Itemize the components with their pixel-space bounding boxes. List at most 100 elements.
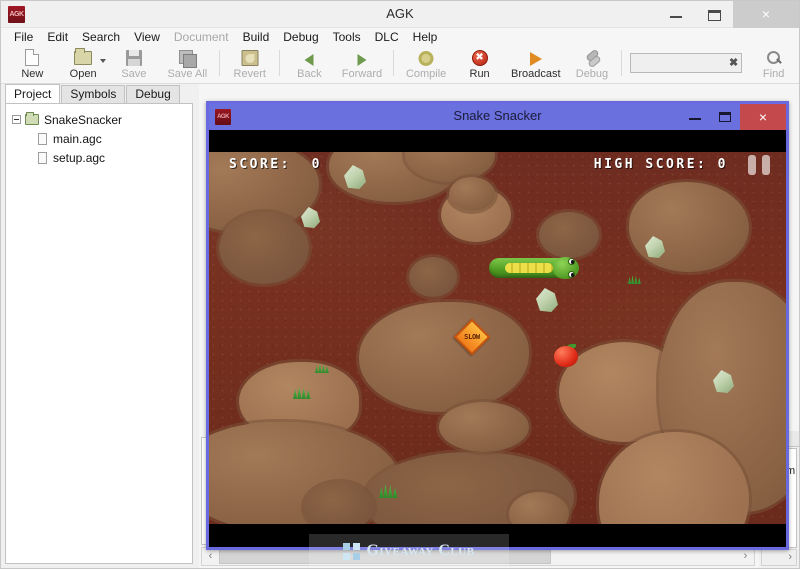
- toolbar-new-label: New: [21, 68, 44, 80]
- slow-powerup-label: SLOW: [464, 333, 480, 341]
- toolbar-save-label: Save: [121, 68, 147, 80]
- search-magnifier-icon: [766, 50, 782, 66]
- minimize-button[interactable]: [657, 1, 695, 28]
- maximize-icon: [708, 10, 721, 21]
- toolbar-debug-button: Debug: [567, 46, 618, 84]
- toolbar-compile-label: Compile: [405, 68, 447, 80]
- revert-icon: [241, 50, 259, 66]
- collapse-icon[interactable]: [12, 115, 21, 124]
- toolbar-separator-4: [621, 50, 623, 76]
- main-toolbar: New Open Save Save All Revert Back Forwa…: [1, 46, 799, 84]
- snake-player: [489, 256, 579, 280]
- toolbar-revert-button: Revert: [224, 46, 275, 84]
- toolbar-open-label: Open: [69, 68, 97, 80]
- tab-debug[interactable]: Debug: [126, 85, 180, 103]
- pause-bar: [748, 155, 756, 175]
- pause-bar: [762, 155, 770, 175]
- rock-formation: [449, 177, 495, 211]
- menu-search[interactable]: Search: [75, 28, 127, 46]
- tree-node-setup-agc[interactable]: setup.agc: [6, 148, 192, 167]
- toolbar-debug-label: Debug: [575, 68, 609, 80]
- tree-node-root[interactable]: SnakeSnacker: [6, 110, 192, 129]
- main-titlebar: AGK AGK ×: [1, 1, 799, 28]
- snake-belly-segments: [505, 263, 553, 273]
- rock-formation: [409, 257, 457, 297]
- toolbar-separator-1: [219, 50, 221, 76]
- pause-button[interactable]: [748, 155, 770, 175]
- broadcast-play-icon: [529, 52, 542, 66]
- open-folder-icon: [74, 48, 93, 65]
- rock-formation: [439, 402, 529, 452]
- menu-debug[interactable]: Debug: [276, 28, 325, 46]
- game-viewport[interactable]: SLOW SCORE: 0 HIGH SCORE: 0: [209, 130, 786, 547]
- toolbar-open-button[interactable]: Open: [58, 46, 109, 84]
- menu-tools[interactable]: Tools: [326, 28, 368, 46]
- clear-search-icon[interactable]: ✖: [729, 56, 738, 69]
- close-icon: ×: [761, 6, 771, 22]
- snake-eye: [568, 271, 575, 278]
- tab-project[interactable]: Project: [5, 84, 61, 103]
- tab-symbols[interactable]: Symbols: [61, 85, 126, 103]
- minimize-icon: [689, 118, 701, 120]
- toolbar-separator-3: [393, 50, 395, 76]
- toolbar-forward-label: Forward: [341, 68, 383, 80]
- game-scene[interactable]: SLOW SCORE: 0 HIGH SCORE: 0: [209, 152, 786, 524]
- arrow-left-icon: [304, 54, 314, 66]
- file-icon: [38, 132, 47, 145]
- left-panel: Project Symbols Debug SnakeSnacker main.…: [1, 84, 199, 568]
- new-document-icon: [25, 49, 40, 66]
- game-titlebar: AGK Snake Snacker ×: [209, 104, 786, 130]
- game-close-button[interactable]: ×: [740, 104, 786, 130]
- toolbar-forward-button: Forward: [335, 46, 389, 84]
- toolbar-find-label: Find: [762, 68, 785, 80]
- toolbar-run-button[interactable]: Run: [454, 46, 505, 84]
- scroll-right-arrow-icon[interactable]: ›: [737, 548, 754, 565]
- toolbar-new-button[interactable]: New: [7, 46, 58, 84]
- apple-body: [554, 346, 578, 367]
- tree-item-label: main.agc: [53, 131, 102, 146]
- menu-file[interactable]: File: [7, 28, 40, 46]
- save-disk-icon: [125, 50, 142, 66]
- scrollbar-thumb[interactable]: [219, 549, 551, 564]
- menu-edit[interactable]: Edit: [40, 28, 75, 46]
- letterbox-bottom: [209, 524, 786, 547]
- toolbar-run-label: Run: [469, 68, 490, 80]
- save-all-icon: [179, 50, 198, 68]
- toolbar-search-wrap: ✖: [630, 53, 743, 73]
- toolbar-back-label: Back: [297, 68, 322, 80]
- scrollbar-track[interactable]: [219, 548, 737, 565]
- rock-formation: [219, 212, 309, 284]
- tree-item-label: setup.agc: [53, 150, 106, 165]
- game-window: AGK Snake Snacker × SLOW SCORE: 0 HIGH S…: [206, 101, 789, 550]
- letterbox-top: [209, 130, 786, 152]
- tree-root-label: SnakeSnacker: [44, 112, 123, 127]
- search-input[interactable]: [630, 53, 743, 73]
- toolbar-broadcast-label: Broadcast: [511, 68, 561, 80]
- menu-help[interactable]: Help: [406, 28, 445, 46]
- left-panel-tabstrip: Project Symbols Debug: [1, 84, 199, 103]
- rock-formation: [359, 302, 529, 412]
- right-panel-scrollbar[interactable]: ›: [761, 549, 797, 566]
- menubar: File Edit Search View Document Build Deb…: [1, 28, 799, 46]
- apple-pickup: [554, 342, 578, 367]
- menu-view[interactable]: View: [127, 28, 167, 46]
- toolbar-save-all-label: Save All: [167, 68, 208, 80]
- run-icon: [471, 50, 488, 66]
- game-minimize-button[interactable]: [680, 104, 710, 130]
- scroll-left-arrow-icon[interactable]: ‹: [202, 548, 219, 565]
- game-maximize-button[interactable]: [710, 104, 740, 130]
- tree-node-main-agc[interactable]: main.agc: [6, 129, 192, 148]
- toolbar-separator-2: [279, 50, 280, 76]
- toolbar-broadcast-button[interactable]: Broadcast: [505, 46, 567, 84]
- toolbar-save-all-button: Save All: [159, 46, 215, 84]
- project-tree: SnakeSnacker main.agc setup.agc: [5, 103, 193, 564]
- rock-formation: [304, 482, 374, 524]
- menu-build[interactable]: Build: [236, 28, 277, 46]
- maximize-button[interactable]: [695, 1, 733, 28]
- chevron-down-icon[interactable]: [99, 59, 106, 63]
- menu-dlc[interactable]: DLC: [368, 28, 406, 46]
- rock-formation: [539, 212, 599, 258]
- arrow-right-icon: [357, 54, 367, 66]
- toolbar-save-button: Save: [109, 46, 160, 84]
- close-button[interactable]: ×: [733, 1, 799, 28]
